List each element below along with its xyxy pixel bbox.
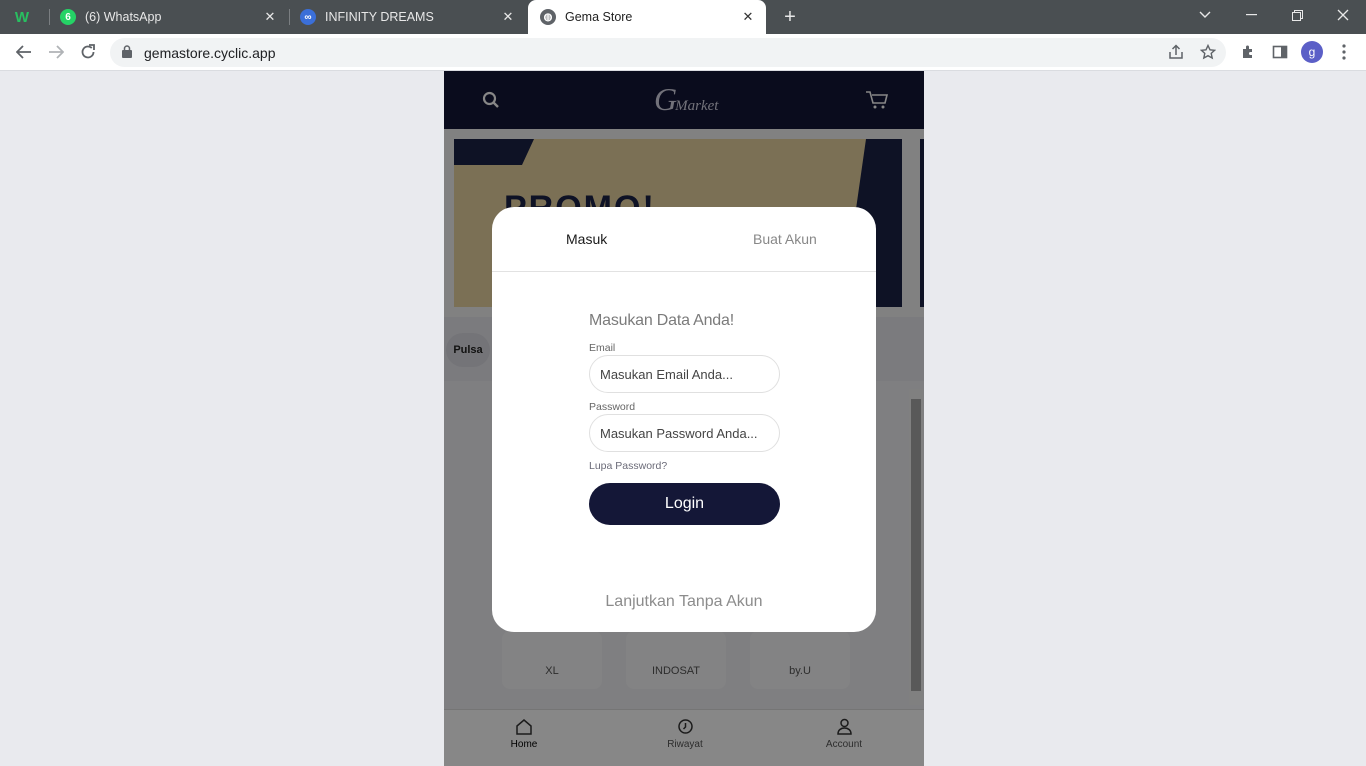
password-label: Password	[589, 401, 636, 413]
login-button[interactable]: Login	[589, 483, 780, 525]
tab-separator	[49, 9, 50, 25]
pinned-tab[interactable]: W	[14, 0, 44, 34]
side-panel-icon[interactable]	[1268, 40, 1292, 64]
password-field[interactable]	[589, 414, 780, 452]
reload-icon[interactable]	[76, 40, 100, 64]
forgot-password-link[interactable]: Lupa Password?	[589, 460, 780, 472]
browser-tab-strip: W 6 (6) WhatsApp ✕ ∞ INFINITY DREAMS ✕ ◍…	[0, 0, 1366, 34]
continue-without-account-link[interactable]: Lanjutkan Tanpa Akun	[492, 593, 876, 611]
login-modal: Masuk Buat Akun Masukan Data Anda! Email…	[492, 207, 876, 632]
close-tab-icon[interactable]: ✕	[740, 9, 756, 25]
forward-icon[interactable]	[44, 40, 68, 64]
modal-tabs: Masuk Buat Akun	[492, 207, 876, 272]
login-form: Masukan Data Anda! Email Password Lupa P…	[589, 312, 780, 525]
email-label: Email	[589, 342, 616, 354]
more-menu-icon[interactable]	[1332, 40, 1356, 64]
globe-icon: ◍	[540, 9, 556, 25]
extensions-icon[interactable]	[1236, 40, 1260, 64]
address-bar[interactable]: gemastore.cyclic.app	[110, 38, 1226, 67]
tab-title: Gema Store	[565, 10, 633, 24]
tab-buat-akun[interactable]: Buat Akun	[753, 231, 817, 247]
tab-infinity-dreams[interactable]: ∞ INFINITY DREAMS ✕	[290, 0, 526, 34]
close-tab-icon[interactable]: ✕	[262, 9, 278, 25]
url-text: gemastore.cyclic.app	[144, 45, 276, 61]
tab-title: INFINITY DREAMS	[325, 10, 434, 24]
back-icon[interactable]	[12, 40, 36, 64]
whatsapp-icon: 6	[60, 9, 76, 25]
minimize-button[interactable]	[1228, 0, 1274, 30]
profile-avatar[interactable]: g	[1301, 41, 1323, 63]
tab-masuk[interactable]: Masuk	[566, 231, 607, 247]
form-title: Masukan Data Anda!	[589, 312, 734, 329]
email-field[interactable]	[589, 355, 780, 393]
close-window-button[interactable]	[1320, 0, 1366, 30]
tab-title: (6) WhatsApp	[85, 10, 162, 24]
share-icon[interactable]	[1168, 44, 1184, 65]
restore-button[interactable]	[1274, 0, 1320, 30]
bookmark-star-icon[interactable]	[1199, 43, 1217, 65]
lock-icon	[122, 45, 132, 63]
browser-toolbar: gemastore.cyclic.app g	[0, 34, 1366, 71]
tab-gema-store[interactable]: ◍ Gema Store ✕	[528, 0, 766, 34]
infinity-logo-icon: ∞	[300, 9, 316, 25]
new-tab-button[interactable]: +	[778, 5, 802, 29]
w-app-icon: W	[14, 8, 30, 26]
tab-whatsapp[interactable]: 6 (6) WhatsApp ✕	[52, 0, 288, 34]
tab-search-icon[interactable]	[1182, 0, 1228, 30]
close-tab-icon[interactable]: ✕	[500, 9, 516, 25]
